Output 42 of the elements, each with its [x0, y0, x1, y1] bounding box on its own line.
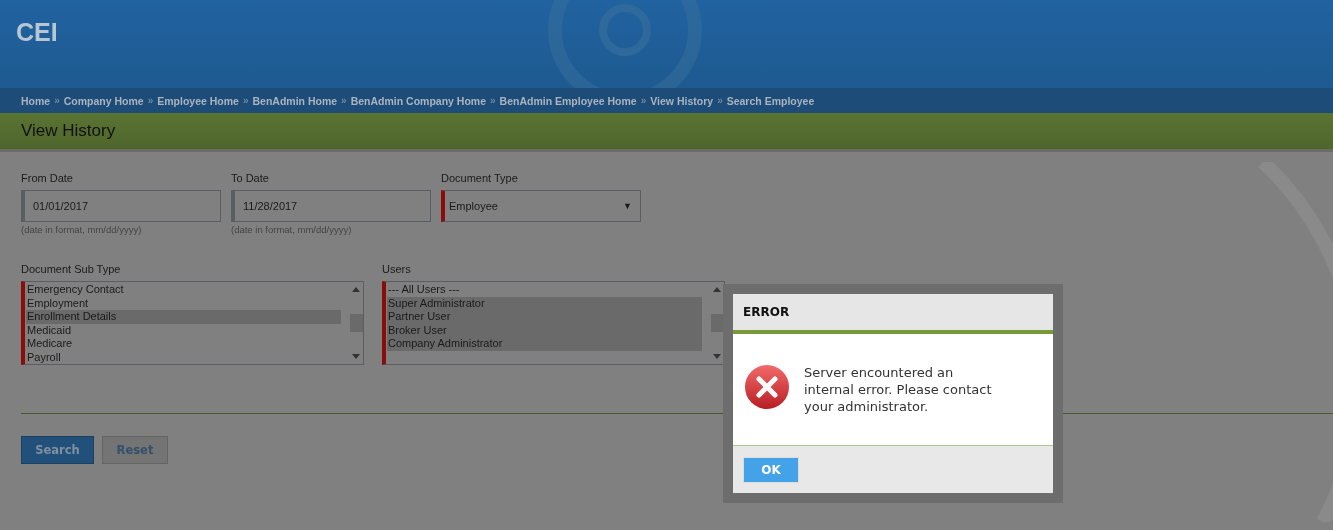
field-label: To Date — [231, 172, 270, 184]
breadcrumb-link[interactable]: Employee Home — [157, 94, 239, 107]
separator-icon: » — [490, 95, 496, 106]
document-type-dropdown[interactable]: Employee ▼ — [441, 190, 641, 222]
breadcrumb-link[interactable]: BenAdmin Home — [252, 94, 338, 107]
list-item[interactable]: Emergency Contact — [26, 283, 341, 297]
breadcrumb-link[interactable]: Home — [21, 94, 51, 107]
list-box[interactable]: --- All Users --- Super Administrator Partner User Broker User Company Administrator — [382, 281, 725, 365]
list-item[interactable]: Payroll — [26, 350, 341, 364]
breadcrumb-link[interactable]: Search Employee — [726, 94, 815, 107]
page-title: View History — [21, 121, 116, 141]
dialog-title: ERROR — [743, 305, 790, 319]
logo: CEI — [16, 18, 58, 47]
ok-button[interactable]: OK — [743, 456, 799, 483]
separator-icon: » — [640, 95, 647, 106]
breadcrumb-link[interactable]: BenAdmin Employee Home — [499, 94, 637, 107]
list-item[interactable]: Medicare — [26, 337, 341, 351]
separator-icon: » — [54, 95, 60, 106]
list-box[interactable]: Emergency Contact Employment Enrollment Details Medicaid Medicare Payroll — [21, 281, 364, 365]
error-icon — [744, 363, 790, 410]
list-item[interactable]: Company Administrator — [387, 337, 702, 351]
field-label: From Date — [21, 172, 74, 184]
field-label: Document Type — [441, 172, 519, 184]
list-item[interactable]: Super Administrator — [387, 296, 702, 310]
separator-icon: » — [147, 95, 154, 106]
separator-icon: » — [341, 95, 347, 106]
breadcrumb-link[interactable]: Company Home — [63, 94, 144, 107]
separator-icon: » — [717, 95, 723, 106]
list-item[interactable]: Enrollment Details — [26, 310, 341, 324]
breadcrumb-link[interactable]: BenAdmin Company Home — [350, 94, 487, 107]
list-item[interactable]: --- All Users --- — [387, 283, 702, 297]
error-message: Server encountered an internal error. Please contact your administrator. — [804, 364, 993, 415]
field-label: Document Sub Type — [21, 263, 122, 275]
search-button[interactable]: Search — [21, 436, 94, 464]
breadcrumb-link[interactable]: View History — [650, 94, 714, 107]
separator-icon: » — [242, 95, 249, 106]
field-label: Users — [382, 263, 412, 275]
list-item[interactable]: Medicaid — [26, 323, 341, 337]
list-item[interactable]: Partner User — [387, 310, 702, 324]
date-field[interactable]: 11/28/2017 — [231, 190, 431, 222]
list-item[interactable]: Employment — [26, 296, 341, 310]
date-field[interactable]: 01/01/2017 — [21, 190, 221, 222]
